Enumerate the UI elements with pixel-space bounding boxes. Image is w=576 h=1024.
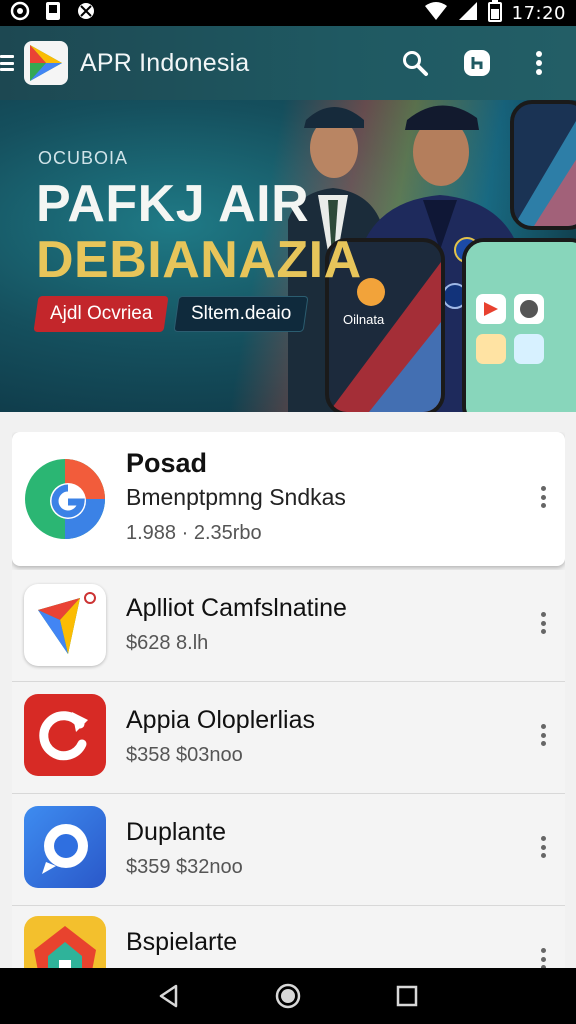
status-time: 17:20	[511, 2, 566, 24]
list-item[interactable]: Appia Oloplerlias $358 $03noo	[12, 682, 565, 794]
app-name: Appia Oloplerlias	[126, 706, 315, 734]
more-options-icon[interactable]	[533, 720, 553, 750]
menu-icon[interactable]	[0, 53, 18, 73]
more-options-icon[interactable]	[533, 608, 553, 638]
settings-icon	[76, 1, 96, 26]
play-triangle-icon	[24, 584, 106, 666]
battery-icon	[487, 0, 502, 27]
app-subtitle: Bmenptpmng Sndkas	[126, 484, 346, 510]
banner-title-line1: PAFKJ AIR	[36, 175, 310, 233]
home-shield-icon	[24, 916, 106, 968]
screen: 17:20 APR Indonesia Oilnata OCUBOIA PAFK…	[0, 0, 576, 1024]
banner-secondary-button[interactable]: Sltem.deaio	[173, 296, 309, 332]
more-options-icon[interactable]	[533, 832, 553, 862]
app-logo	[24, 41, 68, 85]
navigation-bar	[0, 968, 576, 1024]
back-icon[interactable]	[149, 976, 189, 1016]
app-price: 1.988 · 2.35rbo	[126, 522, 262, 544]
banner-title-line2: DEBIANAZIA	[36, 231, 362, 289]
signal-icon	[458, 1, 478, 26]
phone-image	[510, 100, 576, 230]
app-name: Duplante	[126, 818, 227, 846]
banner-primary-button[interactable]: Ajdl Ocvriea	[33, 296, 169, 332]
more-options-icon[interactable]	[533, 482, 553, 512]
sim-icon	[44, 1, 62, 26]
home-icon[interactable]	[268, 976, 308, 1016]
app-name: Posad	[126, 448, 208, 478]
list-item[interactable]: Bspielarte	[12, 906, 565, 968]
phone-image	[462, 238, 576, 412]
blue-chat-icon	[24, 806, 106, 888]
recents-icon[interactable]	[387, 976, 427, 1016]
app-price: $359 $32noo	[126, 856, 243, 878]
app-name: Bspielarte	[126, 928, 238, 956]
list-item[interactable]: Posad Bmenptpmng Sndkas 1.988 · 2.35rbo	[12, 432, 565, 566]
app-price: $628 8.lh	[126, 632, 209, 654]
wifi-icon	[424, 1, 448, 26]
phone-label: Oilnata	[343, 312, 385, 327]
status-bar: 17:20	[0, 0, 576, 26]
list-item[interactable]: Aplliot Camfslnatine $628 8.lh	[12, 570, 565, 682]
app-price: $358 $03noo	[126, 744, 243, 766]
app-list: Posad Bmenptpmng Sndkas 1.988 · 2.35rbo …	[12, 432, 565, 968]
g-swirl-icon	[24, 458, 106, 540]
toolbar-title: APR Indonesia	[80, 48, 250, 77]
app-name: Aplliot Camfslnatine	[126, 594, 347, 622]
more-options-icon[interactable]	[533, 944, 553, 968]
record-icon	[10, 1, 30, 26]
banner-kicker: OCUBOIA	[38, 148, 129, 168]
app-toolbar: APR Indonesia	[0, 26, 576, 100]
promo-banner[interactable]: Oilnata OCUBOIA PAFKJ AIR DEBIANAZIA Ajd…	[0, 100, 576, 412]
list-item[interactable]: Duplante $359 $32noo	[12, 794, 565, 906]
search-icon[interactable]	[396, 44, 434, 82]
red-refresh-icon	[24, 694, 106, 776]
overflow-icon[interactable]	[520, 44, 558, 82]
account-icon[interactable]	[458, 44, 496, 82]
